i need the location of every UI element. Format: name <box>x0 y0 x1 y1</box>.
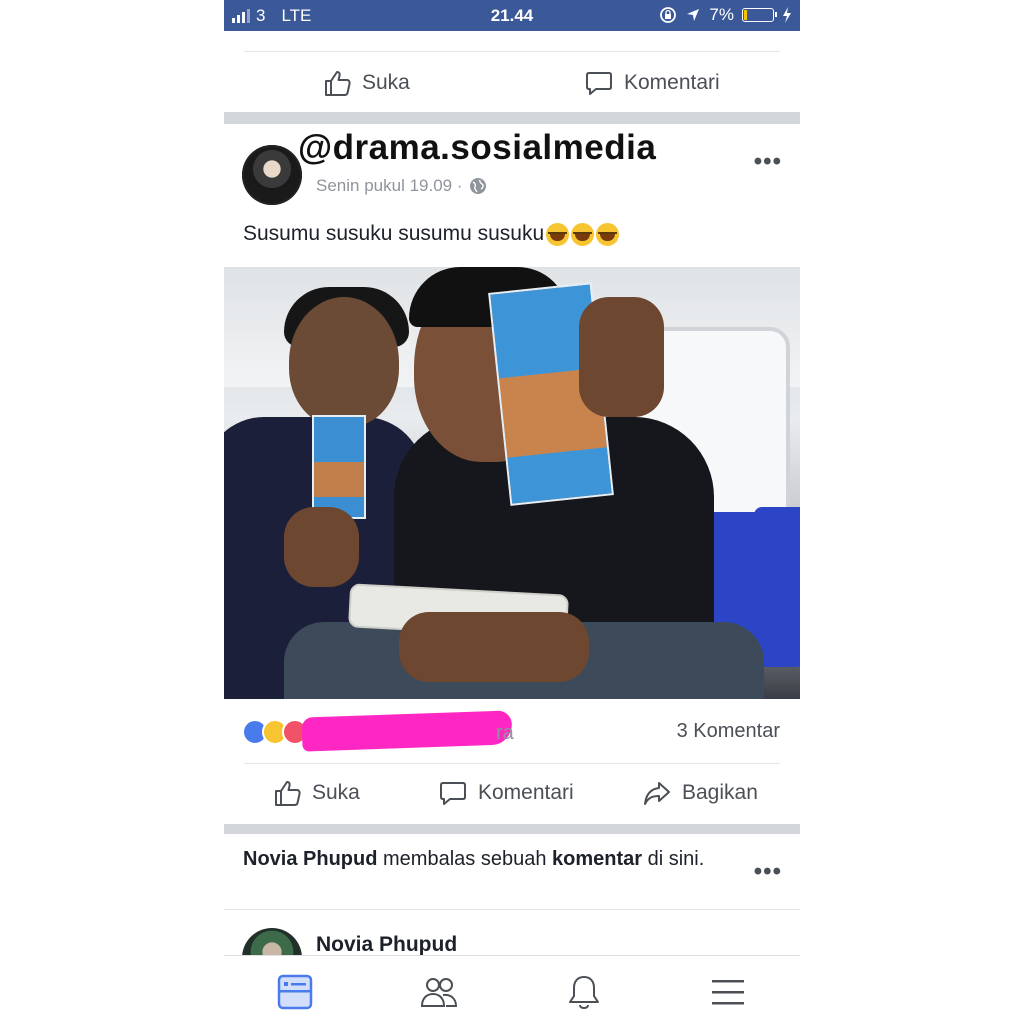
battery-icon <box>742 8 777 22</box>
thumbs-up-icon <box>325 71 351 96</box>
lock-rotation-icon <box>660 7 677 23</box>
tears-of-joy-icon <box>546 222 570 246</box>
friends-icon <box>420 978 458 1007</box>
battery-percent: 7% <box>709 5 734 24</box>
like-label: Suka <box>312 781 360 804</box>
post-text-content: Susumu susuku susumu susuku <box>243 222 545 245</box>
watermark: @drama.sosialmedia <box>298 128 657 167</box>
thumbs-up-icon <box>275 781 301 806</box>
share-icon <box>644 782 670 805</box>
phone-screen: 3 LTE 21.44 7% Suka Komentari @drama.sos… <box>224 0 800 1024</box>
post-divider <box>224 112 800 124</box>
notifications-tab[interactable] <box>564 972 604 1012</box>
friends-tab[interactable] <box>419 972 459 1012</box>
location-icon <box>687 9 700 21</box>
comment-icon <box>586 72 612 95</box>
notification-suffix: di sini. <box>642 848 705 870</box>
reaction-summary[interactable] <box>242 719 308 745</box>
post-actions: Suka Komentari Bagikan <box>224 772 800 814</box>
news-feed-tab[interactable] <box>275 972 315 1012</box>
news-feed-icon <box>277 974 313 1010</box>
comment-label: Komentari <box>624 71 720 94</box>
reply-notification[interactable]: Novia Phupud membalas sebuah komentar di… <box>243 846 723 872</box>
charging-icon <box>783 7 791 23</box>
post-options-button[interactable]: ••• <box>754 148 782 176</box>
post-text: Susumu susuku susumu susuku <box>243 222 620 246</box>
separator <box>244 763 780 764</box>
notification-object: komentar <box>552 848 643 870</box>
share-label: Bagikan <box>682 781 758 804</box>
menu-icon <box>712 980 744 1005</box>
share-button[interactable]: Bagikan <box>642 778 758 808</box>
tears-of-joy-icon <box>571 222 595 246</box>
post-divider <box>224 824 800 834</box>
redaction-mark <box>301 710 513 752</box>
separator <box>244 51 780 52</box>
comment-button[interactable]: Komentari <box>584 68 720 98</box>
globe-icon <box>469 178 486 194</box>
post-meta: Senin pukul 19.09 · <box>316 176 487 196</box>
comment-count[interactable]: 3 Komentar <box>677 720 780 743</box>
like-label: Suka <box>362 71 410 94</box>
notification-middle: membalas sebuah <box>377 848 552 870</box>
menu-tab[interactable] <box>708 972 748 1012</box>
separator <box>224 909 800 910</box>
bottom-nav <box>224 955 800 1024</box>
notifications-icon <box>569 976 599 1010</box>
status-right: 7% <box>659 5 792 25</box>
like-button[interactable]: Suka <box>272 778 360 808</box>
author-avatar[interactable] <box>242 145 302 205</box>
tears-of-joy-icon <box>596 222 620 246</box>
like-button[interactable]: Suka <box>322 68 410 98</box>
post-timestamp[interactable]: Senin pukul 19.09 · <box>316 176 463 196</box>
reaction-names-tail: ra <box>496 722 514 744</box>
comment-icon <box>440 782 466 805</box>
comment-button[interactable]: Komentari <box>438 778 574 808</box>
post-photo[interactable] <box>224 267 800 699</box>
status-bar: 3 LTE 21.44 7% <box>224 0 800 31</box>
comment-label: Komentari <box>478 781 574 804</box>
reply-author-name[interactable]: Novia Phupud <box>316 933 457 957</box>
notification-actor: Novia Phupud <box>243 848 378 870</box>
notification-options-button[interactable]: ••• <box>754 858 782 886</box>
prev-post-actions: Suka Komentari <box>224 62 800 104</box>
